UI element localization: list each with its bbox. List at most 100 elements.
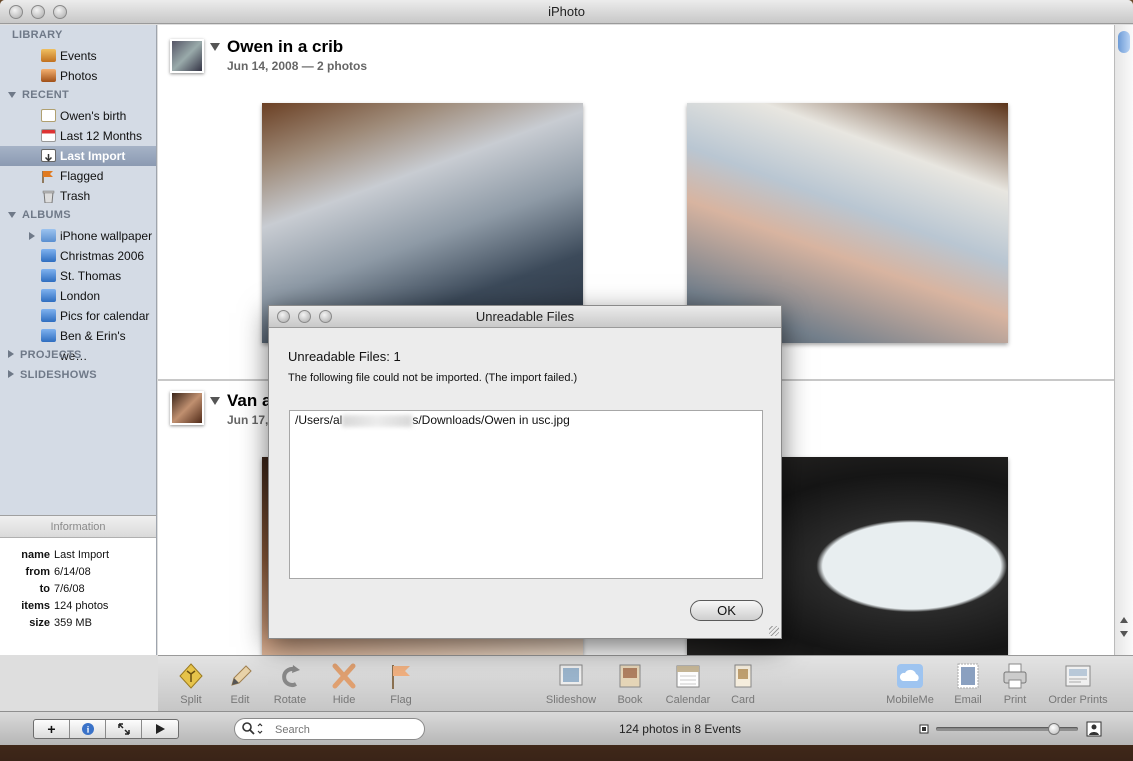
event-title[interactable]: Van a bbox=[227, 391, 271, 411]
recent-header[interactable]: RECENT bbox=[8, 89, 69, 101]
disclosure-triangle-icon[interactable] bbox=[29, 232, 35, 240]
unreadable-files-dialog: Unreadable Files Unreadable Files: 1 The… bbox=[268, 305, 782, 639]
play-icon bbox=[156, 724, 165, 734]
title-bar: iPhoto bbox=[0, 0, 1133, 24]
sidebar-item-flagged[interactable]: Flagged bbox=[0, 166, 156, 186]
play-slideshow-button[interactable] bbox=[142, 720, 178, 738]
split-icon bbox=[179, 663, 203, 689]
info-button[interactable]: i bbox=[70, 720, 106, 738]
search-input[interactable] bbox=[275, 722, 415, 737]
file-path[interactable]: /Users/al s/Downloads/Owen in usc.jpg bbox=[295, 413, 570, 427]
large-thumbnails-icon[interactable] bbox=[1086, 721, 1102, 737]
iphoto-window: iPhoto LIBRARY Events Photos RECENT Owen… bbox=[0, 0, 1133, 745]
fullscreen-icon bbox=[117, 723, 130, 735]
dialog-zoom-button[interactable] bbox=[319, 310, 332, 323]
sidebar-item-last-import[interactable]: Last Import bbox=[0, 146, 156, 166]
calendar-icon bbox=[676, 665, 700, 688]
sidebar-item-pics-for-calendar[interactable]: Pics for calendar bbox=[0, 306, 156, 326]
split-button[interactable]: Split bbox=[163, 662, 219, 706]
search-field[interactable] bbox=[234, 718, 425, 740]
sidebar-item-london[interactable]: London bbox=[0, 286, 156, 306]
sidebar-item-ben-erins-wedding[interactable]: Ben & Erin's we… bbox=[0, 326, 156, 363]
album-icon bbox=[41, 289, 56, 302]
print-button[interactable]: Print bbox=[987, 662, 1043, 706]
slideshow-icon bbox=[559, 664, 583, 686]
photo-count-status: 124 photos in 8 Events bbox=[618, 722, 742, 736]
pencil-icon bbox=[231, 665, 252, 686]
status-bar: + i 124 photos in 8 Events bbox=[0, 711, 1133, 745]
sidebar-item-iphone-wallpaper[interactable]: iPhone wallpaper bbox=[0, 226, 156, 246]
album-icon bbox=[41, 269, 56, 282]
event-subtitle: Jun 17, bbox=[227, 413, 269, 427]
sidebar-item-last-12-months[interactable]: Last 12 Months bbox=[0, 126, 156, 146]
dialog-minimize-button[interactable] bbox=[298, 310, 311, 323]
resize-grip-icon[interactable] bbox=[769, 626, 779, 636]
info-row-name: name Last Import bbox=[21, 549, 110, 561]
albums-header[interactable]: ALBUMS bbox=[8, 209, 71, 221]
dialog-title: Unreadable Files bbox=[475, 309, 575, 324]
flag-icon bbox=[41, 169, 56, 183]
album-icon bbox=[41, 329, 56, 342]
event-key-photo[interactable] bbox=[170, 391, 204, 425]
event-key-photo[interactable] bbox=[170, 39, 204, 73]
order-prints-button[interactable]: Order Prints bbox=[1043, 662, 1113, 706]
rotate-icon bbox=[282, 665, 300, 687]
folder-icon bbox=[41, 229, 56, 242]
calendar-button[interactable]: Calendar bbox=[660, 662, 716, 706]
rotate-button[interactable]: Rotate bbox=[262, 662, 318, 706]
sidebar-item-events[interactable]: Events bbox=[0, 46, 156, 66]
vertical-scrollbar[interactable] bbox=[1114, 25, 1133, 655]
info-row-from: from 6/14/08 bbox=[25, 566, 91, 578]
sidebar-item-trash[interactable]: Trash bbox=[0, 186, 156, 206]
zoom-button[interactable] bbox=[53, 5, 67, 19]
search-icon[interactable] bbox=[241, 721, 265, 737]
sidebar-item-christmas-2006[interactable]: Christmas 2006 bbox=[0, 246, 156, 266]
redacted-text bbox=[342, 414, 413, 427]
dialog-message: The following file could not be imported… bbox=[288, 372, 578, 384]
sidebar-item-st-thomas[interactable]: St. Thomas bbox=[0, 266, 156, 286]
mobileme-button[interactable]: MobileMe bbox=[882, 662, 938, 706]
information-header[interactable]: Information bbox=[0, 515, 156, 538]
hide-button[interactable]: Hide bbox=[316, 662, 372, 706]
unreadable-file-list[interactable]: /Users/al s/Downloads/Owen in usc.jpg bbox=[289, 410, 763, 579]
slideshow-button[interactable]: Slideshow bbox=[543, 662, 599, 706]
ok-button[interactable]: OK bbox=[690, 600, 763, 621]
album-icon bbox=[41, 309, 56, 322]
order-prints-icon bbox=[1065, 665, 1091, 687]
stamp-icon bbox=[957, 663, 979, 689]
scroll-up-icon[interactable] bbox=[1120, 617, 1128, 623]
sidebar-item-owens-birth[interactable]: Owen's birth bbox=[0, 106, 156, 126]
source-list: LIBRARY Events Photos RECENT Owen's birt… bbox=[0, 25, 157, 515]
event-title[interactable]: Owen in a crib bbox=[227, 37, 343, 57]
scroll-down-icon[interactable] bbox=[1120, 631, 1128, 637]
minimize-button[interactable] bbox=[31, 5, 45, 19]
flag-button[interactable]: Flag bbox=[373, 662, 429, 706]
zoom-slider[interactable] bbox=[936, 723, 1078, 735]
book-icon bbox=[619, 664, 641, 688]
flag-icon bbox=[392, 665, 410, 689]
close-button[interactable] bbox=[9, 5, 23, 19]
hide-x-icon bbox=[332, 663, 356, 689]
edit-button[interactable]: Edit bbox=[212, 662, 268, 706]
slideshows-header[interactable]: SLIDESHOWS bbox=[8, 369, 97, 381]
dialog-close-button[interactable] bbox=[277, 310, 290, 323]
add-icon[interactable]: + bbox=[34, 720, 70, 738]
small-thumbnails-icon[interactable] bbox=[919, 724, 929, 734]
card-button[interactable]: Card bbox=[715, 662, 771, 706]
event-collapse-icon[interactable] bbox=[210, 397, 220, 405]
info-icon: i bbox=[81, 723, 94, 735]
event-subtitle: Jun 14, 2008 — 2 photos bbox=[227, 59, 368, 73]
card-icon bbox=[734, 664, 752, 688]
events-icon bbox=[41, 49, 56, 62]
sidebar-item-photos[interactable]: Photos bbox=[0, 66, 156, 86]
info-row-to: to 7/6/08 bbox=[39, 583, 85, 595]
zoom-slider-knob[interactable] bbox=[1048, 723, 1060, 735]
book-button[interactable]: Book bbox=[602, 662, 658, 706]
scroll-thumb[interactable] bbox=[1118, 31, 1130, 53]
trash-icon bbox=[41, 189, 56, 204]
library-header[interactable]: LIBRARY bbox=[12, 29, 63, 41]
projects-header[interactable]: PROJECTS bbox=[8, 349, 82, 361]
event-collapse-icon[interactable] bbox=[210, 43, 220, 51]
cloud-icon bbox=[897, 664, 923, 688]
fullscreen-button[interactable] bbox=[106, 720, 142, 738]
